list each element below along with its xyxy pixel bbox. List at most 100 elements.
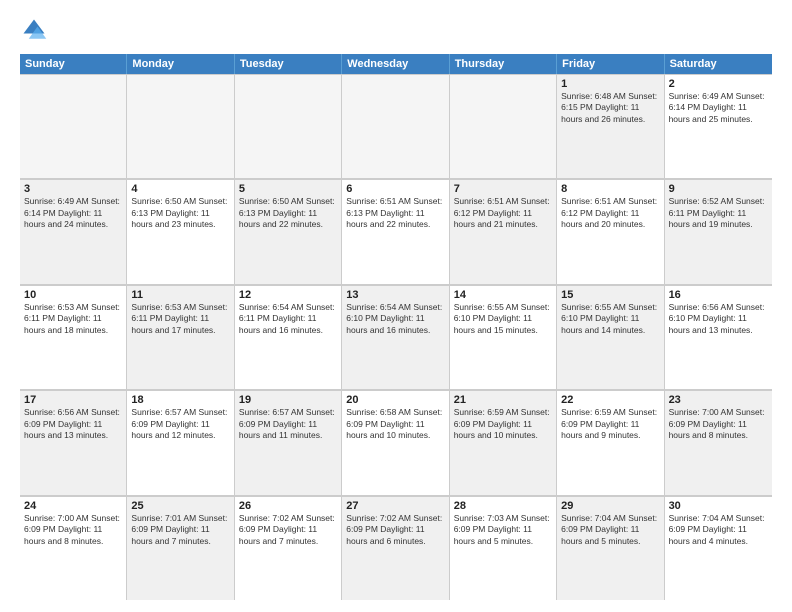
- cell-info: Sunrise: 6:55 AM Sunset: 6:10 PM Dayligh…: [454, 302, 552, 336]
- calendar-cell-21: 21Sunrise: 6:59 AM Sunset: 6:09 PM Dayli…: [450, 390, 557, 494]
- day-number: 19: [239, 394, 337, 406]
- day-number: 6: [346, 183, 444, 195]
- calendar-cell-5: 5Sunrise: 6:50 AM Sunset: 6:13 PM Daylig…: [235, 179, 342, 283]
- calendar-cell-17: 17Sunrise: 6:56 AM Sunset: 6:09 PM Dayli…: [20, 390, 127, 494]
- logo: [20, 16, 52, 44]
- calendar-week-5: 24Sunrise: 7:00 AM Sunset: 6:09 PM Dayli…: [20, 496, 772, 600]
- header-day-monday: Monday: [127, 54, 234, 74]
- calendar-cell-9: 9Sunrise: 6:52 AM Sunset: 6:11 PM Daylig…: [665, 179, 772, 283]
- cell-info: Sunrise: 6:58 AM Sunset: 6:09 PM Dayligh…: [346, 407, 444, 441]
- day-number: 10: [24, 289, 122, 301]
- cell-info: Sunrise: 6:59 AM Sunset: 6:09 PM Dayligh…: [454, 407, 552, 441]
- cell-info: Sunrise: 7:00 AM Sunset: 6:09 PM Dayligh…: [669, 407, 768, 441]
- calendar-cell-14: 14Sunrise: 6:55 AM Sunset: 6:10 PM Dayli…: [450, 285, 557, 389]
- calendar-cell-empty-0: [20, 74, 127, 178]
- cell-info: Sunrise: 6:56 AM Sunset: 6:09 PM Dayligh…: [24, 407, 122, 441]
- cell-info: Sunrise: 7:01 AM Sunset: 6:09 PM Dayligh…: [131, 513, 229, 547]
- day-number: 11: [131, 289, 229, 301]
- calendar-week-1: 1Sunrise: 6:48 AM Sunset: 6:15 PM Daylig…: [20, 74, 772, 179]
- cell-info: Sunrise: 6:51 AM Sunset: 6:12 PM Dayligh…: [561, 196, 659, 230]
- header-day-thursday: Thursday: [450, 54, 557, 74]
- cell-info: Sunrise: 6:53 AM Sunset: 6:11 PM Dayligh…: [24, 302, 122, 336]
- cell-info: Sunrise: 6:53 AM Sunset: 6:11 PM Dayligh…: [131, 302, 229, 336]
- cell-info: Sunrise: 6:48 AM Sunset: 6:15 PM Dayligh…: [561, 91, 659, 125]
- cell-info: Sunrise: 6:56 AM Sunset: 6:10 PM Dayligh…: [669, 302, 768, 336]
- day-number: 25: [131, 500, 229, 512]
- cell-info: Sunrise: 6:57 AM Sunset: 6:09 PM Dayligh…: [239, 407, 337, 441]
- calendar-cell-28: 28Sunrise: 7:03 AM Sunset: 6:09 PM Dayli…: [450, 496, 557, 600]
- calendar-cell-22: 22Sunrise: 6:59 AM Sunset: 6:09 PM Dayli…: [557, 390, 664, 494]
- cell-info: Sunrise: 6:49 AM Sunset: 6:14 PM Dayligh…: [24, 196, 122, 230]
- day-number: 30: [669, 500, 768, 512]
- calendar-cell-27: 27Sunrise: 7:02 AM Sunset: 6:09 PM Dayli…: [342, 496, 449, 600]
- calendar-cell-empty-4: [450, 74, 557, 178]
- cell-info: Sunrise: 6:54 AM Sunset: 6:10 PM Dayligh…: [346, 302, 444, 336]
- calendar-week-3: 10Sunrise: 6:53 AM Sunset: 6:11 PM Dayli…: [20, 285, 772, 390]
- header-day-tuesday: Tuesday: [235, 54, 342, 74]
- calendar-cell-29: 29Sunrise: 7:04 AM Sunset: 6:09 PM Dayli…: [557, 496, 664, 600]
- day-number: 12: [239, 289, 337, 301]
- cell-info: Sunrise: 6:49 AM Sunset: 6:14 PM Dayligh…: [669, 91, 768, 125]
- cell-info: Sunrise: 6:50 AM Sunset: 6:13 PM Dayligh…: [239, 196, 337, 230]
- cell-info: Sunrise: 6:54 AM Sunset: 6:11 PM Dayligh…: [239, 302, 337, 336]
- cell-info: Sunrise: 7:02 AM Sunset: 6:09 PM Dayligh…: [239, 513, 337, 547]
- calendar-cell-16: 16Sunrise: 6:56 AM Sunset: 6:10 PM Dayli…: [665, 285, 772, 389]
- day-number: 22: [561, 394, 659, 406]
- day-number: 26: [239, 500, 337, 512]
- calendar-cell-15: 15Sunrise: 6:55 AM Sunset: 6:10 PM Dayli…: [557, 285, 664, 389]
- cell-info: Sunrise: 7:00 AM Sunset: 6:09 PM Dayligh…: [24, 513, 122, 547]
- calendar-week-2: 3Sunrise: 6:49 AM Sunset: 6:14 PM Daylig…: [20, 179, 772, 284]
- calendar-cell-empty-2: [235, 74, 342, 178]
- cell-info: Sunrise: 7:04 AM Sunset: 6:09 PM Dayligh…: [669, 513, 768, 547]
- day-number: 13: [346, 289, 444, 301]
- cell-info: Sunrise: 6:59 AM Sunset: 6:09 PM Dayligh…: [561, 407, 659, 441]
- calendar-cell-3: 3Sunrise: 6:49 AM Sunset: 6:14 PM Daylig…: [20, 179, 127, 283]
- header-day-wednesday: Wednesday: [342, 54, 449, 74]
- calendar-cell-12: 12Sunrise: 6:54 AM Sunset: 6:11 PM Dayli…: [235, 285, 342, 389]
- calendar-cell-empty-3: [342, 74, 449, 178]
- calendar-cell-2: 2Sunrise: 6:49 AM Sunset: 6:14 PM Daylig…: [665, 74, 772, 178]
- calendar-cell-empty-1: [127, 74, 234, 178]
- cell-info: Sunrise: 7:04 AM Sunset: 6:09 PM Dayligh…: [561, 513, 659, 547]
- calendar-cell-19: 19Sunrise: 6:57 AM Sunset: 6:09 PM Dayli…: [235, 390, 342, 494]
- day-number: 27: [346, 500, 444, 512]
- calendar-cell-1: 1Sunrise: 6:48 AM Sunset: 6:15 PM Daylig…: [557, 74, 664, 178]
- calendar-cell-18: 18Sunrise: 6:57 AM Sunset: 6:09 PM Dayli…: [127, 390, 234, 494]
- day-number: 21: [454, 394, 552, 406]
- cell-info: Sunrise: 6:50 AM Sunset: 6:13 PM Dayligh…: [131, 196, 229, 230]
- day-number: 23: [669, 394, 768, 406]
- cell-info: Sunrise: 6:57 AM Sunset: 6:09 PM Dayligh…: [131, 407, 229, 441]
- day-number: 20: [346, 394, 444, 406]
- calendar-cell-24: 24Sunrise: 7:00 AM Sunset: 6:09 PM Dayli…: [20, 496, 127, 600]
- calendar-cell-30: 30Sunrise: 7:04 AM Sunset: 6:09 PM Dayli…: [665, 496, 772, 600]
- day-number: 29: [561, 500, 659, 512]
- header: [20, 16, 772, 44]
- header-day-saturday: Saturday: [665, 54, 772, 74]
- day-number: 28: [454, 500, 552, 512]
- day-number: 18: [131, 394, 229, 406]
- calendar-cell-26: 26Sunrise: 7:02 AM Sunset: 6:09 PM Dayli…: [235, 496, 342, 600]
- header-day-sunday: Sunday: [20, 54, 127, 74]
- calendar-cell-4: 4Sunrise: 6:50 AM Sunset: 6:13 PM Daylig…: [127, 179, 234, 283]
- day-number: 3: [24, 183, 122, 195]
- day-number: 5: [239, 183, 337, 195]
- day-number: 16: [669, 289, 768, 301]
- cell-info: Sunrise: 6:51 AM Sunset: 6:13 PM Dayligh…: [346, 196, 444, 230]
- day-number: 15: [561, 289, 659, 301]
- cell-info: Sunrise: 6:52 AM Sunset: 6:11 PM Dayligh…: [669, 196, 768, 230]
- logo-icon: [20, 16, 48, 44]
- header-day-friday: Friday: [557, 54, 664, 74]
- calendar-cell-25: 25Sunrise: 7:01 AM Sunset: 6:09 PM Dayli…: [127, 496, 234, 600]
- calendar: SundayMondayTuesdayWednesdayThursdayFrid…: [20, 54, 772, 600]
- calendar-body: 1Sunrise: 6:48 AM Sunset: 6:15 PM Daylig…: [20, 74, 772, 600]
- page: SundayMondayTuesdayWednesdayThursdayFrid…: [0, 0, 792, 612]
- calendar-week-4: 17Sunrise: 6:56 AM Sunset: 6:09 PM Dayli…: [20, 390, 772, 495]
- calendar-cell-6: 6Sunrise: 6:51 AM Sunset: 6:13 PM Daylig…: [342, 179, 449, 283]
- day-number: 17: [24, 394, 122, 406]
- calendar-cell-10: 10Sunrise: 6:53 AM Sunset: 6:11 PM Dayli…: [20, 285, 127, 389]
- day-number: 9: [669, 183, 768, 195]
- calendar-cell-7: 7Sunrise: 6:51 AM Sunset: 6:12 PM Daylig…: [450, 179, 557, 283]
- cell-info: Sunrise: 7:03 AM Sunset: 6:09 PM Dayligh…: [454, 513, 552, 547]
- day-number: 8: [561, 183, 659, 195]
- calendar-cell-23: 23Sunrise: 7:00 AM Sunset: 6:09 PM Dayli…: [665, 390, 772, 494]
